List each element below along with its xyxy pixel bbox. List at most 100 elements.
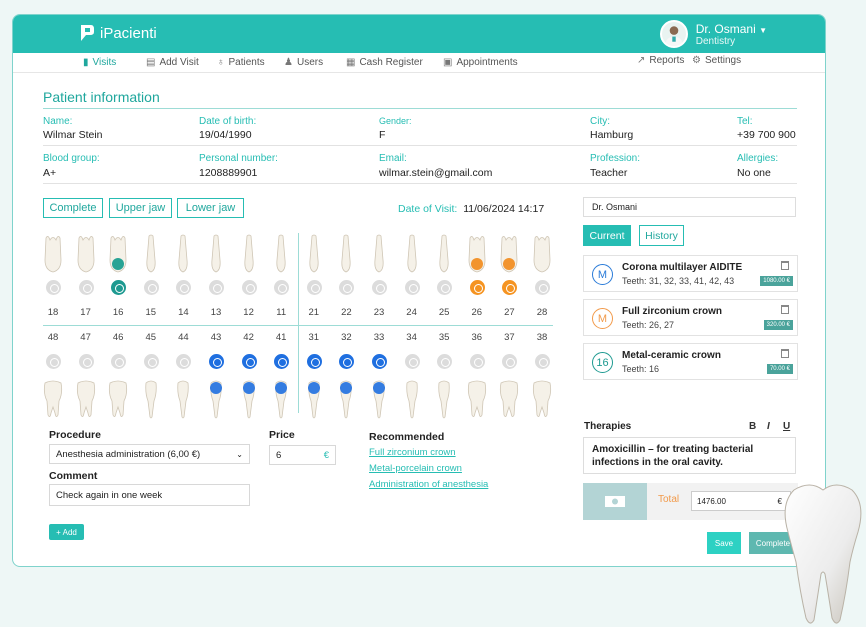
nav-reports[interactable]: ↗ Reports <box>637 55 684 66</box>
tooth-25[interactable] <box>434 234 454 274</box>
tooth-marker[interactable] <box>274 280 290 295</box>
tooth-34[interactable] <box>402 379 422 419</box>
tooth-marker[interactable] <box>469 354 485 369</box>
tooth-27[interactable] <box>499 234 519 274</box>
tooth-33[interactable] <box>369 379 389 419</box>
comment-input[interactable]: Check again in one week <box>49 484 250 506</box>
nav-add-visit[interactable]: ▤ Add Visit <box>146 57 199 68</box>
user-menu[interactable]: Dr. Osmani ▼ Dentistry <box>659 20 767 48</box>
tooth-24[interactable] <box>402 234 422 274</box>
tooth-marker[interactable] <box>209 354 224 369</box>
tooth-41[interactable] <box>271 379 291 419</box>
tab-history[interactable]: History <box>639 225 684 246</box>
treatment-card[interactable]: M Full zirconium crown Teeth: 26, 27 320.00… <box>583 299 798 336</box>
tooth-marker[interactable] <box>437 280 453 295</box>
tooth-48[interactable] <box>43 379 63 419</box>
tooth-35[interactable] <box>434 379 454 419</box>
tab-current[interactable]: Current <box>583 225 631 246</box>
save-button[interactable]: Save <box>707 532 741 554</box>
tooth-marker[interactable] <box>306 354 322 369</box>
tooth-marker[interactable] <box>339 354 355 369</box>
tooth-31[interactable] <box>304 379 324 419</box>
tooth-15[interactable] <box>141 234 161 274</box>
tooth-37[interactable] <box>499 379 519 419</box>
treatment-card[interactable]: 16 Metal-ceramic crown Teeth: 16 70.00 € <box>583 343 798 380</box>
tooth-42[interactable] <box>239 379 259 419</box>
tooth-22[interactable] <box>336 234 356 274</box>
tooth-32[interactable] <box>336 379 356 419</box>
tooth-28[interactable] <box>532 234 552 274</box>
tooth-43[interactable] <box>206 379 226 419</box>
nav-settings[interactable]: ⚙ Settings <box>692 55 741 66</box>
tooth-36[interactable] <box>467 379 487 419</box>
recommendation-link[interactable]: Full zirconium crown <box>369 447 456 458</box>
tooth-marker[interactable] <box>502 354 518 369</box>
tooth-46[interactable] <box>108 379 128 419</box>
tooth-11[interactable] <box>271 234 291 274</box>
tooth-47[interactable] <box>76 379 96 419</box>
tooth-marker[interactable] <box>46 280 61 295</box>
tooth-marker[interactable] <box>78 354 94 369</box>
tooth-44[interactable] <box>173 379 193 419</box>
recommendation-link[interactable]: Metal-porcelain crown <box>369 463 462 474</box>
trash-icon[interactable] <box>781 261 789 270</box>
tooth-marker[interactable] <box>372 280 387 295</box>
nav-appointments[interactable]: ▣ Appointments <box>443 57 518 68</box>
tooth-13[interactable] <box>206 234 226 274</box>
tooth-17[interactable] <box>76 234 96 274</box>
tooth-marker[interactable] <box>404 354 420 369</box>
tooth-marker[interactable] <box>176 280 192 295</box>
tooth-marker[interactable] <box>502 280 518 295</box>
tooth-marker[interactable] <box>306 280 322 295</box>
bold-button[interactable]: B <box>749 421 756 432</box>
tooth-45[interactable] <box>141 379 161 419</box>
trash-icon[interactable] <box>781 305 789 314</box>
trash-icon[interactable] <box>781 349 789 358</box>
tooth-marker[interactable] <box>274 354 290 369</box>
tooth-marker[interactable] <box>111 280 127 295</box>
tooth-marker[interactable] <box>469 280 485 295</box>
doctor-field[interactable]: Dr. Osmani <box>583 197 796 217</box>
tooth-marker[interactable] <box>111 354 127 369</box>
recommendation-link[interactable]: Administration of anesthesia <box>369 479 488 490</box>
tooth-38[interactable] <box>532 379 552 419</box>
therapies-editor[interactable]: Amoxicillin – for treating bacterial inf… <box>583 437 796 474</box>
tooth-23[interactable] <box>369 234 389 274</box>
tooth-21[interactable] <box>304 234 324 274</box>
tooth-16[interactable] <box>108 234 128 274</box>
tooth-marker[interactable] <box>143 280 159 295</box>
tooth-14[interactable] <box>173 234 193 274</box>
nav-visits[interactable]: ▮ Visits <box>83 57 116 68</box>
tooth-marker[interactable] <box>176 354 192 369</box>
tooth-marker[interactable] <box>535 354 550 369</box>
add-button[interactable]: + Add <box>49 524 84 540</box>
treatment-card[interactable]: M Corona multilayer AIDITE Teeth: 31, 32, … <box>583 255 798 292</box>
tooth-marker[interactable] <box>209 280 224 295</box>
complete-jaw-button[interactable]: Complete <box>43 198 103 218</box>
underline-button[interactable]: U <box>783 421 790 432</box>
tooth-marker[interactable] <box>437 354 453 369</box>
procedure-select[interactable]: Anesthesia administration (6,00 €) ⌄ <box>49 444 250 464</box>
lower-jaw-button[interactable]: Lower jaw <box>177 198 244 218</box>
tooth-marker[interactable] <box>241 280 257 295</box>
italic-button[interactable]: I <box>767 421 770 432</box>
tooth-marker[interactable] <box>78 280 94 295</box>
tooth-12[interactable] <box>239 234 259 274</box>
chevron-down-icon[interactable]: ▼ <box>759 26 767 35</box>
tooth-marker[interactable] <box>535 280 550 295</box>
tooth-marker[interactable] <box>339 280 355 295</box>
app-logo[interactable]: iPacienti <box>79 23 157 43</box>
nav-patients[interactable]: ♁ Patients <box>217 57 265 68</box>
nav-cash-register[interactable]: ▦ Cash Register <box>346 57 423 68</box>
tooth-marker[interactable] <box>143 354 159 369</box>
tooth-marker[interactable] <box>372 354 387 369</box>
tooth-marker[interactable] <box>46 354 61 369</box>
upper-jaw-button[interactable]: Upper jaw <box>109 198 172 218</box>
tooth-18[interactable] <box>43 234 63 274</box>
tooth-26[interactable] <box>467 234 487 274</box>
tooth-marker[interactable] <box>404 280 420 295</box>
tooth-marker[interactable] <box>241 354 257 369</box>
nav-users[interactable]: ♟ Users <box>284 57 323 68</box>
price-input[interactable]: 6 € <box>269 445 336 465</box>
total-input[interactable]: 1476.00 € <box>691 491 791 511</box>
